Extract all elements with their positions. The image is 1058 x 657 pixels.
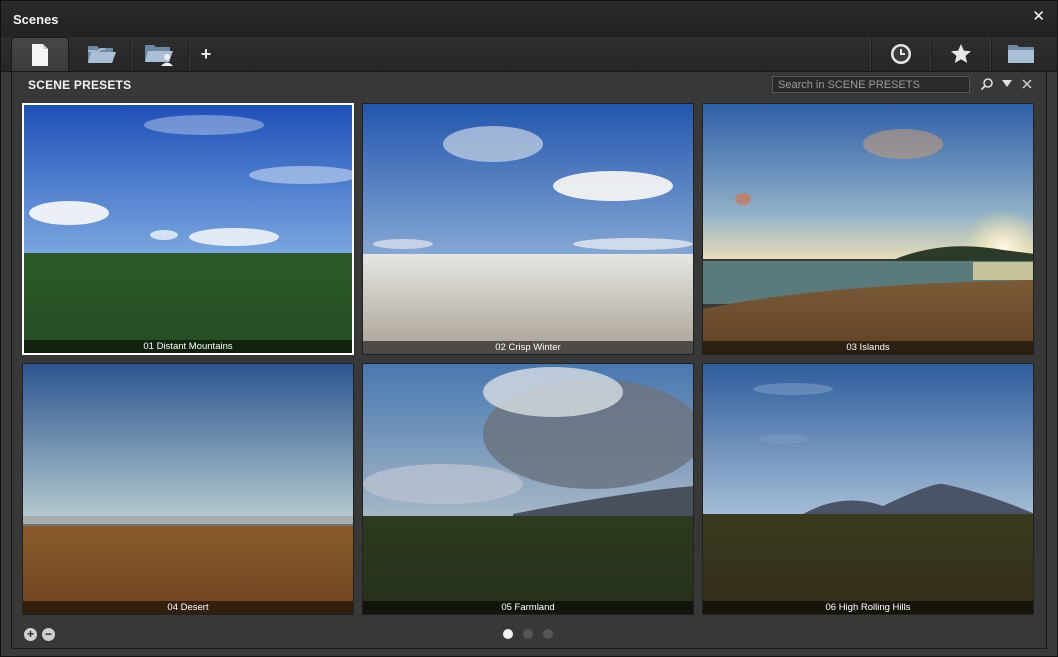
preset-label: 06 High Rolling Hills <box>703 601 1033 614</box>
preset-desert[interactable]: 04 Desert <box>22 363 354 615</box>
filter-dropdown-icon[interactable] <box>1001 77 1013 91</box>
preset-distant-mountains[interactable]: 01 Distant Mountains <box>22 103 354 355</box>
window-title: Scenes <box>13 12 59 27</box>
scenes-window: Scenes ✕ + SCENE PRESETS Search in SCENE… <box>0 0 1058 657</box>
preset-thumbnail <box>703 104 1033 354</box>
user-folder-icon <box>144 45 173 66</box>
preset-thumbnail <box>23 364 353 614</box>
clock-icon <box>890 44 911 64</box>
preset-crisp-winter[interactable]: 02 Crisp Winter <box>362 103 694 355</box>
tab-open-scene[interactable] <box>73 37 131 71</box>
search-icon[interactable] <box>980 77 994 91</box>
panel-title: SCENE PRESETS <box>28 78 132 92</box>
preset-thumbnail <box>363 364 693 614</box>
preset-thumbnail <box>363 104 693 354</box>
add-tab-button[interactable]: + <box>191 37 221 71</box>
tab-recent[interactable] <box>871 37 929 71</box>
open-folder-icon <box>87 46 116 63</box>
preset-high-rolling-hills[interactable]: 06 High Rolling Hills <box>702 363 1034 615</box>
close-icon[interactable]: ✕ <box>1032 9 1045 25</box>
new-document-icon <box>32 44 48 66</box>
zoom-out-button[interactable]: − <box>42 628 55 641</box>
preset-farmland[interactable]: 05 Farmland <box>362 363 694 615</box>
preset-islands[interactable]: 03 Islands <box>702 103 1034 355</box>
folder-icon <box>1007 45 1034 63</box>
page-dot-1[interactable] <box>503 629 513 639</box>
preset-thumbnail <box>24 105 352 353</box>
tab-favorites[interactable] <box>931 37 989 71</box>
tab-bar: + <box>1 37 1057 72</box>
zoom-in-button[interactable]: + <box>24 628 37 641</box>
preset-label: 04 Desert <box>23 601 353 614</box>
search-input[interactable] <box>772 76 970 93</box>
preset-label: 03 Islands <box>703 341 1033 354</box>
preset-label: 05 Farmland <box>363 601 693 614</box>
tab-library[interactable] <box>991 37 1049 71</box>
preset-label: 02 Crisp Winter <box>363 341 693 354</box>
close-panel-icon[interactable] <box>1021 77 1033 91</box>
title-bar: Scenes ✕ <box>1 1 1057 37</box>
page-dot-2[interactable] <box>523 629 533 639</box>
scene-presets-panel: SCENE PRESETS Search in SCENE PRESETS 01… <box>11 71 1047 649</box>
tab-user-scenes[interactable] <box>131 37 189 71</box>
page-dot-3[interactable] <box>543 629 553 639</box>
tab-new-scene[interactable] <box>11 37 69 72</box>
preset-label: 01 Distant Mountains <box>24 340 352 353</box>
preset-thumbnail <box>703 364 1033 614</box>
star-icon <box>950 44 971 63</box>
